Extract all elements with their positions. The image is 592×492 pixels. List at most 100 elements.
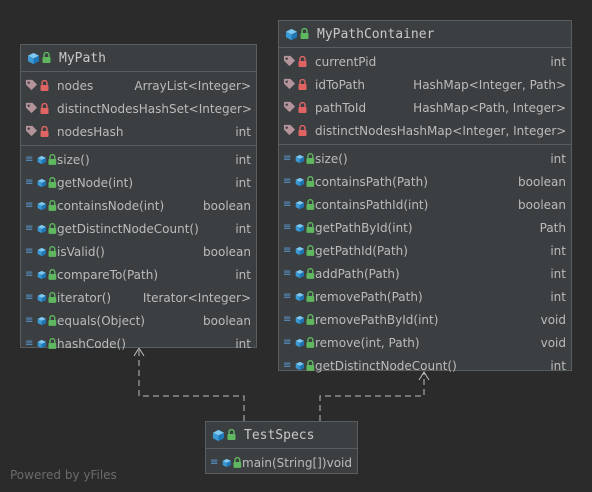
- method-name: getPathById(int): [315, 220, 413, 235]
- field-type: int: [235, 124, 251, 139]
- method-name: size(): [315, 151, 348, 166]
- method-name: removePath(Path): [315, 289, 423, 304]
- method-row[interactable]: ≡ addPath(Path) int: [279, 262, 571, 285]
- method-name: getPathId(Path): [315, 243, 408, 258]
- method-type: int: [550, 266, 566, 281]
- field-private-icon: [283, 124, 315, 137]
- method-type: int: [550, 289, 566, 304]
- field-name: idToPath: [315, 77, 365, 92]
- method-row[interactable]: ≡ getPathId(Path) int: [279, 239, 571, 262]
- method-type: int: [550, 243, 566, 258]
- field-type: HashSet<Integer>: [138, 101, 252, 116]
- method-type: void: [540, 335, 566, 350]
- class-box-testspecs[interactable]: TestSpecs ≡ main(String[]) void: [205, 421, 358, 474]
- method-row[interactable]: ≡ getNode(int) int: [21, 171, 256, 194]
- method-row[interactable]: ≡ size() int: [21, 148, 256, 171]
- fields-section: currentPid int idToPath HashMap<Integer, Pa…: [279, 47, 571, 144]
- method-public-icon: ≡: [283, 245, 315, 256]
- method-row[interactable]: ≡ main(String[]) void: [206, 451, 357, 474]
- method-public-icon: ≡: [283, 360, 315, 371]
- field-type: HashMap<Path, Integer>: [413, 100, 566, 115]
- method-type: boolean: [518, 174, 566, 189]
- methods-section: ≡ main(String[]) void: [206, 448, 357, 476]
- method-public-icon: ≡: [25, 338, 57, 349]
- class-icon: [212, 428, 236, 442]
- methods-section: ≡ size() int ≡ getNode(int) int ≡ containsNode(…: [21, 145, 256, 357]
- method-type: int: [235, 152, 251, 167]
- field-row[interactable]: nodesHash int: [21, 120, 256, 143]
- method-name: iterator(): [57, 290, 112, 305]
- method-row[interactable]: ≡ remove(int, Path) void: [279, 331, 571, 354]
- method-type: int: [550, 358, 566, 373]
- class-header[interactable]: TestSpecs: [206, 422, 357, 448]
- field-row[interactable]: distinctNodes HashSet<Integer>: [21, 97, 256, 120]
- method-name: addPath(Path): [315, 266, 400, 281]
- method-public-icon: ≡: [283, 314, 315, 325]
- method-row[interactable]: ≡ equals(Object) boolean: [21, 309, 256, 332]
- method-public-icon: ≡: [25, 269, 57, 280]
- method-row[interactable]: ≡ containsPathId(int) boolean: [279, 193, 571, 216]
- field-name: pathToId: [315, 100, 367, 115]
- method-row[interactable]: ≡ getPathById(int) Path: [279, 216, 571, 239]
- method-row[interactable]: ≡ containsPath(Path) boolean: [279, 170, 571, 193]
- method-name: getDistinctNodeCount(): [57, 221, 199, 236]
- method-row[interactable]: ≡ getDistinctNodeCount() int: [21, 217, 256, 240]
- method-name: containsNode(int): [57, 198, 165, 213]
- method-name: equals(Object): [57, 313, 145, 328]
- class-box-mypath[interactable]: MyPath nodes ArrayList<Integer> distinctNod…: [20, 44, 257, 351]
- link-testspecs-to-mypathcontainer: [319, 372, 425, 421]
- class-name: TestSpecs: [244, 427, 315, 443]
- method-type: int: [235, 221, 251, 236]
- field-name: nodes: [57, 78, 94, 93]
- method-row[interactable]: ≡ hashCode() int: [21, 332, 256, 355]
- method-name: main(String[]): [242, 455, 327, 470]
- method-public-icon: ≡: [283, 268, 315, 279]
- method-public-icon: ≡: [25, 292, 57, 303]
- method-name: size(): [57, 152, 90, 167]
- method-type: boolean: [203, 198, 251, 213]
- field-private-icon: [25, 102, 57, 115]
- method-public-icon: ≡: [283, 222, 315, 233]
- method-name: getDistinctNodeCount(): [315, 358, 457, 373]
- method-public-icon: ≡: [25, 154, 57, 165]
- method-type: int: [235, 175, 251, 190]
- field-type: HashMap<Integer, Path>: [413, 77, 566, 92]
- field-row[interactable]: distinctNodes HashMap<Integer, Integer>: [279, 119, 571, 142]
- class-icon: [27, 51, 51, 65]
- method-type: boolean: [203, 313, 251, 328]
- field-private-icon: [25, 125, 57, 138]
- method-name: compareTo(Path): [57, 267, 159, 282]
- method-public-icon: ≡: [25, 246, 57, 257]
- fields-section: nodes ArrayList<Integer> distinctNodes Hash…: [21, 71, 256, 145]
- method-public-icon: ≡: [210, 457, 242, 468]
- method-row[interactable]: ≡ size() int: [279, 147, 571, 170]
- method-name: containsPathId(int): [315, 197, 429, 212]
- method-name: hashCode(): [57, 336, 126, 351]
- method-public-icon: ≡: [283, 153, 315, 164]
- class-name: MyPathContainer: [317, 26, 435, 42]
- field-name: distinctNodes: [315, 123, 397, 138]
- method-row[interactable]: ≡ containsNode(int) boolean: [21, 194, 256, 217]
- field-type: ArrayList<Integer>: [134, 78, 251, 93]
- field-row[interactable]: pathToId HashMap<Path, Integer>: [279, 96, 571, 119]
- method-type: boolean: [203, 244, 251, 259]
- method-name: isValid(): [57, 244, 105, 259]
- field-private-icon: [283, 78, 315, 91]
- class-box-mypathcontainer[interactable]: MyPathContainer currentPid int idToPath Hash…: [278, 20, 572, 373]
- method-row[interactable]: ≡ isValid() boolean: [21, 240, 256, 263]
- class-header[interactable]: MyPath: [21, 45, 256, 71]
- method-public-icon: ≡: [283, 291, 315, 302]
- method-row[interactable]: ≡ iterator() Iterator<Integer>: [21, 286, 256, 309]
- field-type: HashMap<Integer, Integer>: [396, 123, 567, 138]
- powered-by-label: Powered by yFiles: [10, 468, 117, 482]
- field-row[interactable]: currentPid int: [279, 50, 571, 73]
- link-testspecs-to-mypath: [138, 348, 245, 421]
- class-header[interactable]: MyPathContainer: [279, 21, 571, 47]
- method-row[interactable]: ≡ compareTo(Path) int: [21, 263, 256, 286]
- method-public-icon: ≡: [25, 200, 57, 211]
- method-row[interactable]: ≡ getDistinctNodeCount() int: [279, 354, 571, 377]
- field-row[interactable]: idToPath HashMap<Integer, Path>: [279, 73, 571, 96]
- method-row[interactable]: ≡ removePathById(int) void: [279, 308, 571, 331]
- field-row[interactable]: nodes ArrayList<Integer>: [21, 74, 256, 97]
- method-row[interactable]: ≡ removePath(Path) int: [279, 285, 571, 308]
